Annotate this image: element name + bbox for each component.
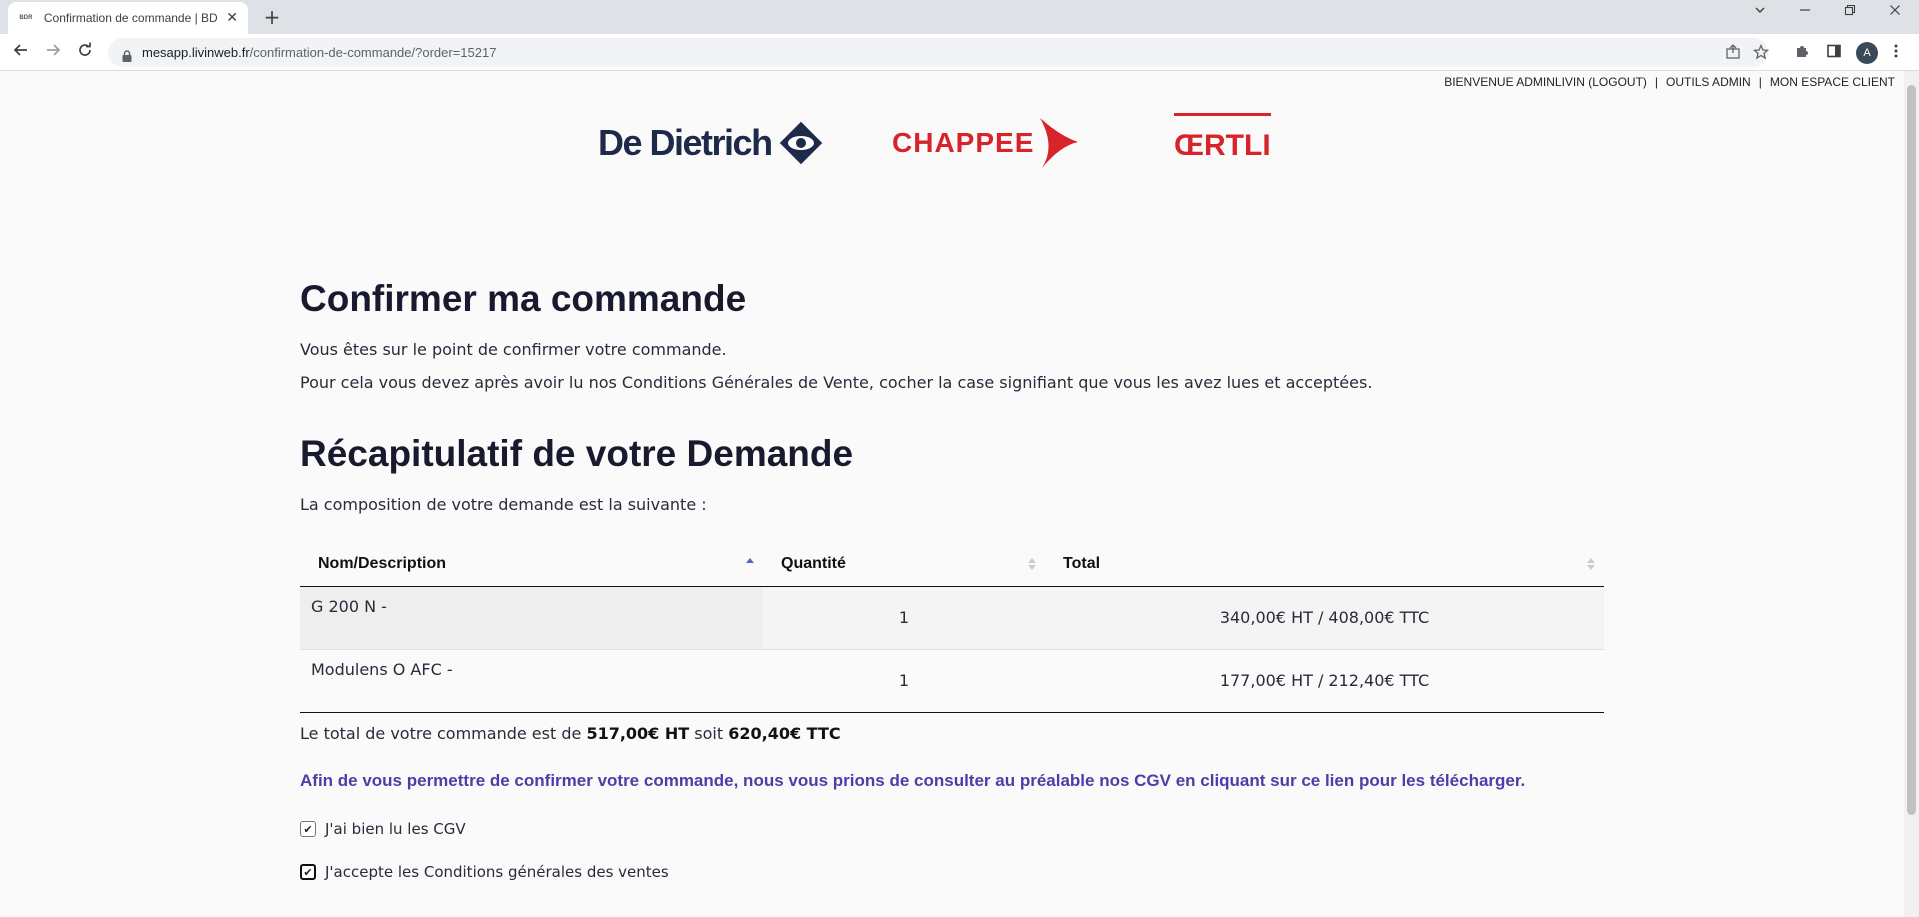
browser-tab[interactable]: BDR Confirmation de commande | BDR ✕ bbox=[8, 2, 248, 34]
cell-quantity: 1 bbox=[763, 586, 1045, 649]
tab-search-icon[interactable] bbox=[1748, 4, 1772, 26]
read-cgv-label: J'ai bien lu les CGV bbox=[325, 820, 466, 838]
bookmark-star-icon[interactable] bbox=[1752, 43, 1770, 62]
column-header-name[interactable]: Nom/Description bbox=[300, 543, 763, 587]
tab-title: Confirmation de commande | BDR bbox=[43, 11, 219, 25]
cell-total: 177,00€ HT / 212,40€ TTC bbox=[1045, 648, 1604, 713]
oertli-logo[interactable]: ŒRTLI bbox=[1174, 113, 1271, 173]
accept-cgv-checkbox[interactable]: ✔ bbox=[300, 864, 316, 880]
client-space-link[interactable]: MON ESPACE CLIENT bbox=[1770, 75, 1895, 89]
sort-ascending-icon bbox=[745, 556, 755, 572]
lock-icon bbox=[122, 47, 132, 62]
cell-total: 340,00€ HT / 408,00€ TTC bbox=[1045, 586, 1604, 649]
address-bar[interactable]: mesapp.livinweb.fr/confirmation-de-comma… bbox=[108, 38, 1770, 67]
read-cgv-checkbox[interactable]: ✔ bbox=[300, 821, 316, 837]
url-host: mesapp.livinweb.fr bbox=[142, 45, 250, 60]
profile-avatar[interactable]: A bbox=[1856, 42, 1878, 64]
column-header-total[interactable]: Total bbox=[1045, 543, 1604, 587]
sort-icon bbox=[1586, 556, 1596, 572]
nav-separator: | bbox=[1758, 75, 1762, 89]
accept-cgv-label: J'accepte les Conditions générales des v… bbox=[325, 863, 669, 881]
scrollbar-thumb[interactable] bbox=[1907, 85, 1916, 815]
url-path: /confirmation-de-commande/?order=15217 bbox=[249, 45, 497, 60]
page-scrollbar[interactable] bbox=[1904, 71, 1919, 917]
extensions-puzzle-icon[interactable] bbox=[1792, 43, 1812, 63]
close-icon[interactable]: ✕ bbox=[226, 10, 238, 26]
favicon-icon: BDR bbox=[19, 15, 33, 21]
browser-tab-bar: BDR Confirmation de commande | BDR ✕ + bbox=[0, 0, 1919, 34]
welcome-logout-link[interactable]: BIENVENUE ADMINLIVIN (LOGOUT) bbox=[1444, 75, 1647, 89]
chappee-wing-icon bbox=[1040, 118, 1079, 168]
share-icon[interactable] bbox=[1724, 44, 1742, 62]
de-dietrich-diamond-icon bbox=[779, 121, 822, 165]
de-dietrich-logo[interactable]: De Dietrich bbox=[598, 113, 826, 173]
cell-name: Modulens O AFC - bbox=[300, 648, 763, 713]
sort-icon bbox=[1027, 556, 1037, 572]
order-total: Le total de votre commande est de 517,00… bbox=[300, 724, 841, 743]
total-prefix: Le total de votre commande est de bbox=[300, 724, 582, 743]
minimize-icon[interactable] bbox=[1793, 4, 1817, 26]
kebab-menu-icon[interactable] bbox=[1886, 43, 1906, 63]
back-arrow-icon[interactable] bbox=[9, 41, 33, 65]
chappee-logo[interactable]: CHAPPEE bbox=[892, 113, 1080, 173]
total-ht: 517,00€ HT bbox=[586, 724, 690, 743]
top-navigation: BIENVENUE ADMINLIVIN (LOGOUT) | OUTILS A… bbox=[1444, 75, 1895, 89]
browser-toolbar: mesapp.livinweb.fr/confirmation-de-comma… bbox=[0, 34, 1919, 71]
confirm-line-2: Pour cela vous devez après avoir lu nos … bbox=[300, 373, 1373, 392]
admin-tools-link[interactable]: OUTILS ADMIN bbox=[1666, 75, 1751, 89]
summary-title: Récapitulatif de votre Demande bbox=[300, 433, 854, 474]
total-middle: soit bbox=[694, 724, 724, 743]
confirm-line-1: Vous êtes sur le point de confirmer votr… bbox=[300, 340, 727, 359]
cell-quantity: 1 bbox=[763, 648, 1045, 713]
summary-intro: La composition de votre demande est la s… bbox=[300, 495, 707, 514]
restore-icon[interactable] bbox=[1838, 4, 1862, 26]
accept-cgv-option[interactable]: ✔ J'accepte les Conditions générales des… bbox=[300, 863, 669, 881]
column-header-label: Quantité bbox=[781, 555, 846, 573]
cell-name: G 200 N - bbox=[300, 586, 763, 649]
de-dietrich-wordmark: De Dietrich bbox=[598, 122, 773, 163]
read-cgv-option[interactable]: ✔ J'ai bien lu les CGV bbox=[300, 820, 466, 838]
total-ttc: 620,40€ TTC bbox=[728, 724, 841, 743]
forward-arrow-icon[interactable] bbox=[41, 41, 65, 65]
oertli-wordmark: ŒRTLI bbox=[1174, 128, 1271, 162]
nav-separator: | bbox=[1654, 75, 1659, 89]
confirm-title: Confirmer ma commande bbox=[300, 278, 747, 319]
column-header-label: Total bbox=[1063, 555, 1101, 573]
side-panel-icon[interactable] bbox=[1824, 43, 1844, 63]
order-table: Nom/Description Quantité Total G 200 N -… bbox=[300, 543, 1604, 713]
table-row: G 200 N - 1 340,00€ HT / 408,00€ TTC bbox=[300, 586, 1604, 649]
reload-icon[interactable] bbox=[73, 41, 97, 65]
table-row: Modulens O AFC - 1 177,00€ HT / 212,40€ … bbox=[300, 648, 1604, 713]
new-tab-button[interactable]: + bbox=[260, 5, 284, 29]
cgv-download-link[interactable]: Afin de vous permettre de confirmer votr… bbox=[300, 771, 1525, 791]
column-header-quantity[interactable]: Quantité bbox=[763, 543, 1045, 587]
window-close-icon[interactable] bbox=[1883, 4, 1907, 26]
column-header-label: Nom/Description bbox=[318, 555, 447, 573]
chappee-wordmark: CHAPPEE bbox=[892, 127, 1035, 158]
